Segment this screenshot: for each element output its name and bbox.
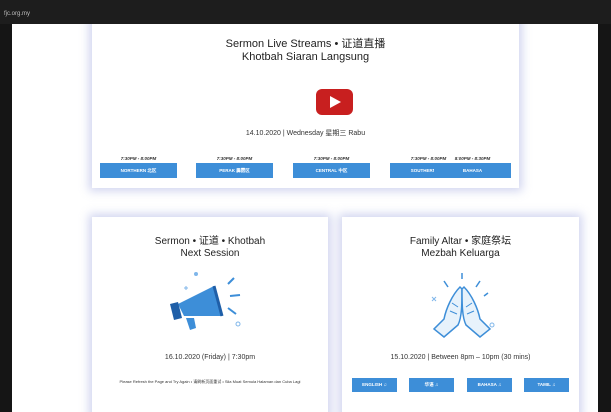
live-sessions: 7:30PM - 8:00PM NORTHERN 北区 7:30PM - 8:0… [100, 154, 511, 182]
session-time: 7:30PM - 8:00PM [313, 156, 350, 161]
url-label[interactable]: fjc.org.my [4, 11, 30, 17]
altar-title-line2: Mezbah Keluarga [421, 248, 500, 259]
sermon-title-line2: Next Session [180, 248, 240, 259]
session-perak: 7:30PM - 8:00PM PERAK 霹雳区 [196, 154, 273, 182]
lang-button-chinese[interactable]: 华语 ♫ [409, 378, 454, 392]
praying-hands-icon [431, 273, 495, 338]
session-button-perak[interactable]: PERAK 霹雳区 [196, 163, 273, 178]
browser-top-bar: fjc.org.my [0, 0, 611, 24]
altar-title-line1: Family Altar • 家庭祭坛 [409, 236, 512, 247]
altar-date: 15.10.2020 | Between 8pm – 10pm (30 mins… [390, 354, 531, 361]
family-altar-card: Family Altar • 家庭祭坛 Mezbah Keluarga 15.1… [342, 217, 579, 412]
session-button-central[interactable]: CENTRAL 中区 [293, 163, 370, 178]
youtube-play-icon[interactable] [316, 89, 353, 115]
session-time: 7:30PM - 8:00PM [216, 156, 253, 161]
sermon-date: 16.10.2020 (Friday) | 7:30pm [164, 354, 256, 361]
session-bahasa: 8:00PM - 8:30PM BAHASA [434, 154, 511, 182]
page-viewport: Sermon Live Streams • 证道直播 Khotbah Siara… [12, 24, 598, 412]
lang-button-tamil[interactable]: TAMIL ♫ [524, 378, 569, 392]
live-title-line2: Khotbah Siaran Langsung [241, 51, 370, 63]
refresh-note: Please Refresh the Page and Try Again • … [119, 379, 301, 384]
session-button-bahasa[interactable]: BAHASA [434, 163, 511, 178]
session-time: 8:00PM - 8:30PM [454, 156, 491, 161]
live-date: 14.10.2020 | Wednesday 星期三 Rabu [245, 130, 366, 137]
session-central: 7:30PM - 8:00PM CENTRAL 中区 [293, 154, 370, 182]
megaphone-icon [170, 272, 241, 330]
session-time: 7:30PM - 8:00PM [120, 156, 157, 161]
sermon-card: Sermon • 证道 • Khotbah Next Session 16.10… [92, 217, 328, 412]
session-button-northern[interactable]: NORTHERN 北区 [100, 163, 177, 178]
language-buttons: ENGLISH ♫ 华语 ♫ BAHASA ♫ TAMIL ♫ [352, 378, 569, 392]
lang-button-english[interactable]: ENGLISH ♫ [352, 378, 397, 392]
sermon-title-line1: Sermon • 证道 • Khotbah [154, 236, 266, 247]
lang-button-bahasa[interactable]: BAHASA ♫ [467, 378, 512, 392]
live-title-line1: Sermon Live Streams • 证道直播 [225, 38, 386, 50]
live-stream-card: Sermon Live Streams • 证道直播 Khotbah Siara… [92, 24, 519, 188]
session-northern: 7:30PM - 8:00PM NORTHERN 北区 [100, 154, 177, 182]
